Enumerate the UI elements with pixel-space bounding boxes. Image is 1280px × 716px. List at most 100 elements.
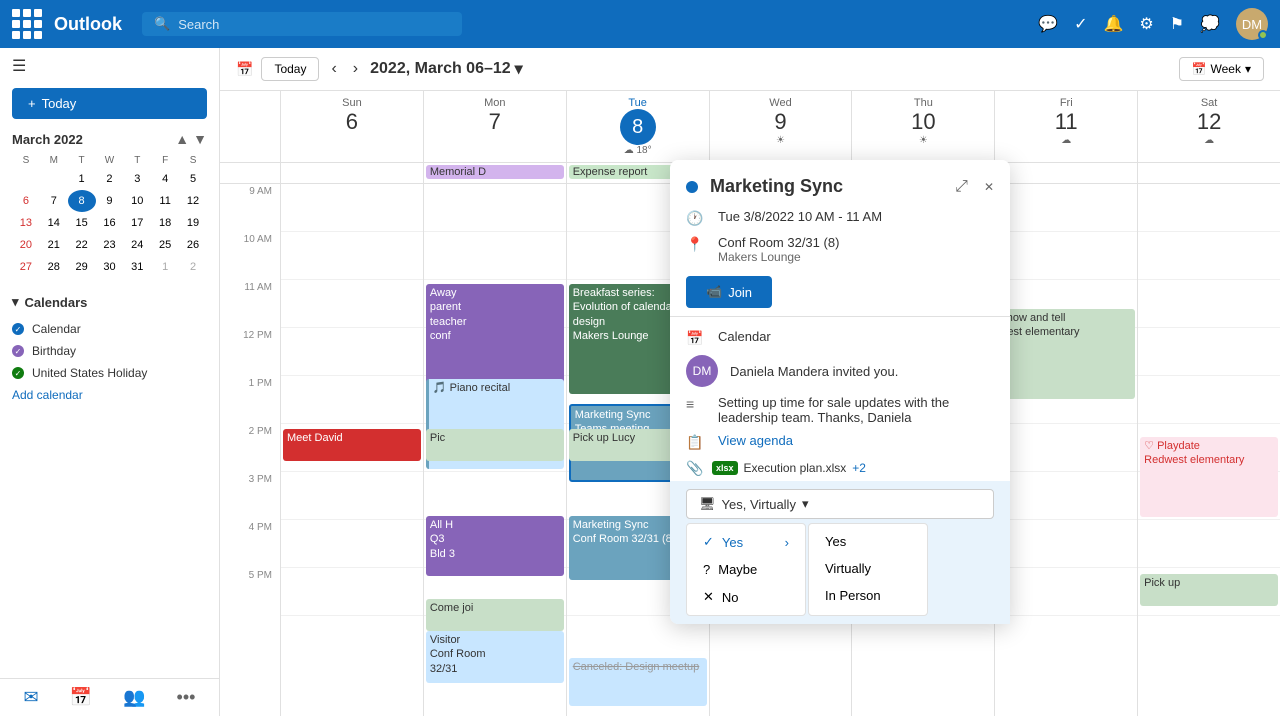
mini-cal-next[interactable]: ▼ xyxy=(193,131,207,147)
more-icon[interactable]: ••• xyxy=(177,687,196,708)
time-slot: 5 PM xyxy=(220,568,280,616)
mini-cal-day[interactable]: 21 xyxy=(40,234,68,256)
calendar-event[interactable]: Visitor Conf Room 32/31 xyxy=(426,631,564,683)
week-view-button[interactable]: 📅 Week ▾ xyxy=(1179,57,1264,81)
calendar-event[interactable]: Meet David xyxy=(283,429,421,461)
day-number[interactable]: 11 xyxy=(999,109,1133,135)
calendar-item[interactable]: ✓United States Holiday xyxy=(12,362,207,384)
day-number[interactable]: 6 xyxy=(285,109,419,135)
calendars-header[interactable]: ▾ Calendars xyxy=(12,294,207,310)
mini-cal-day[interactable]: 22 xyxy=(68,234,96,256)
hamburger-icon[interactable]: ☰ xyxy=(12,56,26,76)
mini-cal-day[interactable]: 14 xyxy=(40,212,68,234)
chat-icon[interactable]: 💬 xyxy=(1038,14,1058,34)
mini-cal-day[interactable]: 30 xyxy=(96,256,124,278)
rsvp-button[interactable]: 🖥 Yes, Virtually ▾ xyxy=(686,489,994,519)
rsvp-virtually-option[interactable]: Virtually xyxy=(809,555,927,582)
calendar-item[interactable]: ✓Calendar xyxy=(12,318,207,340)
today-button[interactable]: Today xyxy=(261,57,319,81)
mini-cal-day[interactable]: 27 xyxy=(12,256,40,278)
allday-event[interactable]: Memorial D xyxy=(426,165,564,179)
day-number[interactable]: 7 xyxy=(428,109,562,135)
mini-cal-day[interactable]: 31 xyxy=(123,256,151,278)
rsvp-no[interactable]: ✕ No xyxy=(687,583,805,611)
close-icon[interactable]: ✕ xyxy=(984,180,994,194)
mini-cal-day[interactable]: 2 xyxy=(179,256,207,278)
rsvp-yes-option[interactable]: Yes xyxy=(809,528,927,555)
mini-cal-day[interactable]: 18 xyxy=(151,212,179,234)
mini-cal-prev[interactable]: ▲ xyxy=(175,131,189,147)
mini-cal-day[interactable]: 26 xyxy=(179,234,207,256)
mini-cal-day[interactable]: 1 xyxy=(68,168,96,190)
mini-cal-day[interactable]: 8 xyxy=(68,190,96,212)
main-layout: ☰ + Today March 2022 ▲ ▼ SMTWTFS 1234567… xyxy=(0,48,1280,716)
mini-cal-title[interactable]: March 2022 xyxy=(12,132,83,147)
mini-cal-day[interactable]: 29 xyxy=(68,256,96,278)
mini-cal-day[interactable]: 10 xyxy=(123,190,151,212)
prev-button[interactable]: ‹ xyxy=(327,56,340,82)
calendar-event[interactable]: show and tell best elementary xyxy=(997,309,1135,399)
search-bar[interactable]: 🔍 Search xyxy=(142,12,462,36)
mini-cal-day[interactable]: 23 xyxy=(96,234,124,256)
calendar-event[interactable]: Pic xyxy=(426,429,564,461)
day-number[interactable]: 12 xyxy=(1142,109,1276,135)
day-number[interactable]: 10 xyxy=(856,109,990,135)
left-sidebar: ☰ + Today March 2022 ▲ ▼ SMTWTFS 1234567… xyxy=(0,48,220,716)
mini-cal-day[interactable]: 9 xyxy=(96,190,124,212)
calendar-event[interactable]: ♡ Playdate Redwest elementary xyxy=(1140,437,1278,517)
day-number[interactable]: 8 xyxy=(620,109,656,145)
mini-cal-day[interactable]: 2 xyxy=(96,168,124,190)
mini-cal-day[interactable]: 4 xyxy=(151,168,179,190)
people-icon[interactable]: 👥 xyxy=(123,687,145,708)
calendar-event[interactable]: Canceled: Design meetup xyxy=(569,658,707,706)
date-range-text: 2022, March 06–12 xyxy=(370,60,511,78)
plus-more[interactable]: +2 xyxy=(852,461,866,475)
mini-cal-day[interactable]: 15 xyxy=(68,212,96,234)
rsvp-maybe[interactable]: ? Maybe xyxy=(687,556,805,583)
mini-cal-day[interactable]: 24 xyxy=(123,234,151,256)
day-header: Thu 10 ☀ xyxy=(851,91,994,162)
mini-cal-day[interactable]: 28 xyxy=(40,256,68,278)
time-slot: 10 AM xyxy=(220,232,280,280)
expand-icon[interactable]: ⤢ xyxy=(955,178,968,196)
mini-cal-day[interactable]: 19 xyxy=(179,212,207,234)
mini-cal-day[interactable]: 11 xyxy=(151,190,179,212)
mini-cal-day[interactable]: 3 xyxy=(123,168,151,190)
next-button[interactable]: › xyxy=(349,56,362,82)
mini-cal-day[interactable]: 6 xyxy=(12,190,40,212)
attachment-name[interactable]: Execution plan.xlsx xyxy=(744,461,847,475)
rsvp-yes[interactable]: ✓ Yes › xyxy=(687,528,805,556)
mini-cal-day[interactable]: 13 xyxy=(12,212,40,234)
comment-icon[interactable]: 💭 xyxy=(1200,14,1220,34)
popup-avatar-row: DM Daniela Mandera invited you. xyxy=(670,351,1010,391)
mini-cal-day[interactable]: 16 xyxy=(96,212,124,234)
date-range[interactable]: 2022, March 06–12 ▾ xyxy=(370,59,523,79)
calendar-event[interactable]: All H Q3 Bld 3 xyxy=(426,516,564,576)
mini-cal-day[interactable]: 25 xyxy=(151,234,179,256)
join-button[interactable]: 📹 Join xyxy=(686,276,772,308)
calendar-event[interactable]: Come joi xyxy=(426,599,564,631)
calendar-bottom-icon[interactable]: 📅 xyxy=(70,687,92,708)
join-label: Join xyxy=(728,285,752,300)
mini-cal-day[interactable]: 1 xyxy=(151,256,179,278)
mini-cal-day[interactable]: 20 xyxy=(12,234,40,256)
view-agenda-link[interactable]: View agenda xyxy=(718,433,793,448)
settings-icon[interactable]: ⚙ xyxy=(1139,14,1153,34)
mini-cal-day[interactable]: 12 xyxy=(179,190,207,212)
mini-cal-day[interactable]: 7 xyxy=(40,190,68,212)
checkmark-icon[interactable]: ✓ xyxy=(1074,14,1087,34)
x-icon: ✕ xyxy=(703,589,714,605)
avatar[interactable]: DM xyxy=(1236,8,1268,40)
new-event-button[interactable]: + Today xyxy=(12,88,207,119)
bell-icon[interactable]: 🔔 xyxy=(1103,14,1123,34)
rsvp-inperson-option[interactable]: In Person xyxy=(809,582,927,609)
calendar-event[interactable]: Pick up xyxy=(1140,574,1278,606)
add-calendar-button[interactable]: Add calendar xyxy=(12,384,207,406)
flag-icon[interactable]: ⚑ xyxy=(1170,14,1184,34)
mail-icon[interactable]: ✉ xyxy=(24,687,39,708)
day-number[interactable]: 9 xyxy=(714,109,848,135)
mini-cal-day[interactable]: 17 xyxy=(123,212,151,234)
mini-cal-day[interactable]: 5 xyxy=(179,168,207,190)
app-grid-icon[interactable] xyxy=(12,9,42,39)
calendar-item[interactable]: ✓Birthday xyxy=(12,340,207,362)
